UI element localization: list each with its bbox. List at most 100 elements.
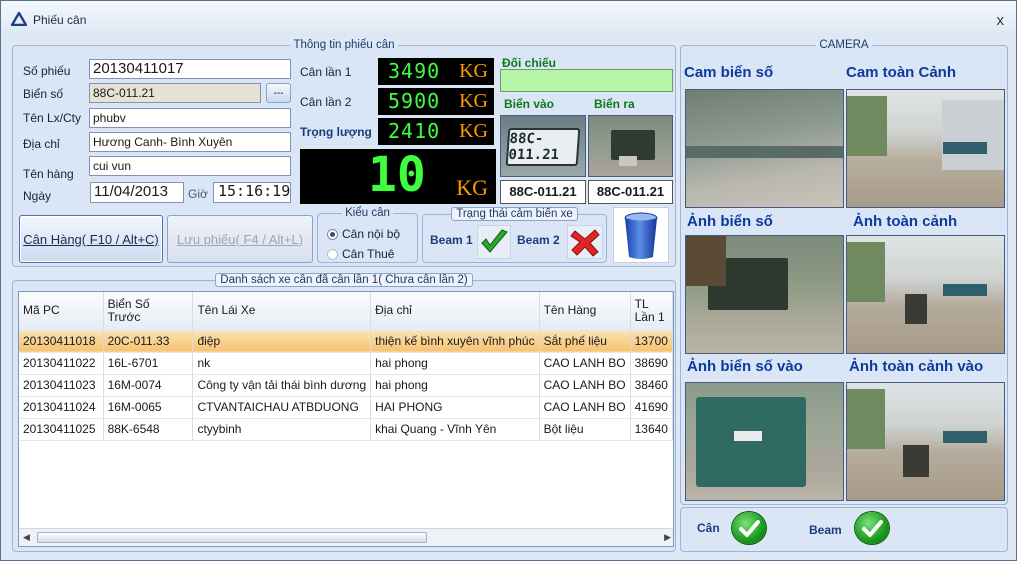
pending-list-legend: Danh sách xe cân đã cân lần 1( Chưa cân … <box>215 273 473 287</box>
trash-icon[interactable] <box>613 207 669 263</box>
table-row[interactable]: 20130411022 16L-6701 nk hai phong CAO LANH B… <box>19 352 673 375</box>
table-cell: CAO LANH BO <box>539 396 631 419</box>
table-cell: 16M-0074 <box>103 374 194 397</box>
live-weight-unit: KG <box>456 175 488 200</box>
ngay-label: Ngày <box>23 189 52 203</box>
dia-chi-field[interactable]: Hương Canh- Bình Xuyên <box>89 132 291 152</box>
anh-toan-canh-label: Ảnh toàn cảnh <box>853 213 958 230</box>
table-cell: khai Quang - Vĩnh Yên <box>370 418 540 441</box>
table-cell: 13700 <box>630 330 673 353</box>
table-row[interactable]: 20130411024 16M-0065 CTVANTAICHAU ATBDUONG… <box>19 396 673 419</box>
so-phieu-field[interactable]: 20130411017 <box>89 59 291 79</box>
ten-hang-field[interactable]: cui vun <box>89 156 291 176</box>
can-lan-2-label: Cân lần 2 <box>300 95 352 109</box>
table-cell: CTVANTAICHAU ATBDUONG <box>192 396 372 419</box>
camera-legend: CAMERA <box>819 39 869 51</box>
bien-so-field[interactable]: 88C-011.21 <box>89 83 261 103</box>
table-cell: điệp <box>192 330 372 353</box>
table-row[interactable]: 20130411023 16M-0074 Công ty vận tải thái … <box>19 374 673 397</box>
can-hang-button[interactable]: Cân Hàng( F10 / Alt+C) <box>19 215 163 263</box>
trong-luong-display: 2410 KG <box>378 118 494 145</box>
cam-toan-canh-label: Cam toàn Cảnh <box>846 64 957 81</box>
table-cell: 38690 <box>630 352 673 375</box>
anh-toan-canh-vao-label: Ảnh toàn cảnh vào <box>849 358 984 375</box>
plate-out-text: 88C-011.21 <box>588 180 673 204</box>
can-lan-2-unit: KG <box>459 90 488 112</box>
anh-bien-so-vao-label: Ảnh biển số vào <box>687 358 803 375</box>
cam-bien-so-label: Cam biển số <box>684 64 774 81</box>
bien-so-label: Biển số <box>23 87 64 101</box>
column-header[interactable]: Tên Hàng <box>539 292 631 331</box>
pending-table[interactable]: Mã PC Biển Số Trước Tên Lái Xe Địa chỉ Tên H… <box>18 291 674 547</box>
sensor-legend: Trạng thái cảm biến xe <box>451 207 578 221</box>
table-cell: 20130411025 <box>19 418 104 441</box>
table-cell: nk <box>192 352 372 375</box>
ten-lx-field[interactable]: phubv <box>89 108 291 128</box>
trong-luong-value: 2410 <box>388 119 441 143</box>
table-cell: 13640 <box>630 418 673 441</box>
status-group <box>680 507 1008 552</box>
browse-plate-button[interactable]: --- <box>266 83 291 103</box>
bien-vao-label: Biển vào <box>504 97 555 111</box>
cam-overview-live <box>846 89 1005 208</box>
scroll-left-icon[interactable]: ◀ <box>23 532 30 543</box>
live-weight-display: 10 KG <box>300 149 496 204</box>
column-header[interactable]: Biển Số Trước <box>103 292 194 331</box>
table-row[interactable]: 20130411025 88K-6548 ctyybinh khai Quang - … <box>19 418 673 441</box>
table-cell: 38460 <box>630 374 673 397</box>
status-can-label: Cân <box>697 521 720 535</box>
photo-plate <box>685 235 844 354</box>
table-cell: ctyybinh <box>192 418 372 441</box>
column-header[interactable]: Địa chỉ <box>370 292 540 331</box>
dia-chi-label: Địa chỉ <box>23 137 60 151</box>
doi-chieu-label: Đối chiếu <box>502 56 557 70</box>
ten-lx-label: Tên Lx/Cty <box>23 111 82 125</box>
trong-luong-unit: KG <box>459 120 488 142</box>
status-can-check-icon <box>732 512 766 544</box>
plate-in-photo: 88C-011.21 <box>500 115 586 177</box>
plate-in-photo-text: 88C-011.21 <box>505 128 581 166</box>
column-header[interactable]: Tên Lái Xe <box>192 292 372 331</box>
can-lan-1-value: 3490 <box>388 59 441 83</box>
table-cell: 16M-0065 <box>103 396 194 419</box>
live-weight-value: 10 <box>368 149 426 203</box>
anh-bien-so-label: Ảnh biển số <box>687 213 773 230</box>
can-lan-2-display: 5900 KG <box>378 88 494 115</box>
gio-label: Giờ <box>188 187 208 201</box>
beam2-cross-icon <box>567 225 603 259</box>
scrollbar-thumb[interactable] <box>37 532 427 543</box>
scroll-right-icon[interactable]: ▶ <box>664 532 671 543</box>
title-bar: Phiếu cân x <box>1 1 1016 37</box>
trong-luong-label: Trọng lượng <box>300 125 372 139</box>
table-cell: 41690 <box>630 396 673 419</box>
can-lan-1-unit: KG <box>459 60 488 82</box>
table-cell: 20130411023 <box>19 374 104 397</box>
radio-can-thue[interactable] <box>327 249 338 260</box>
ngay-field[interactable]: 11/04/2013 <box>90 182 184 203</box>
table-cell: hai phong <box>370 352 540 375</box>
table-cell: 20130411022 <box>19 352 104 375</box>
column-header[interactable]: Mã PC <box>19 292 104 331</box>
close-icon[interactable]: x <box>997 12 1005 29</box>
can-lan-1-display: 3490 KG <box>378 58 494 85</box>
cam-plate-live <box>685 89 844 208</box>
table-cell: 88K-6548 <box>103 418 194 441</box>
column-header[interactable]: TL Lần 1 <box>630 292 673 331</box>
app-logo-icon <box>11 12 27 26</box>
can-lan-2-value: 5900 <box>388 89 441 113</box>
table-cell: CAO LANH BO <box>539 374 631 397</box>
plate-out-photo <box>588 115 673 177</box>
doi-chieu-field <box>500 69 673 92</box>
radio-can-noi-bo[interactable] <box>327 229 338 240</box>
luu-phieu-button[interactable]: Lưu phiếu( F4 / Alt+L) <box>167 215 313 263</box>
beam1-label: Beam 1 <box>430 233 473 247</box>
table-row[interactable]: 20130411018 20C-011.33 điệp thiện kế bình x… <box>19 330 673 353</box>
ticket-info-legend: Thông tin phiếu cân <box>293 39 395 51</box>
can-noi-bo-label: Cân nội bộ <box>342 227 401 241</box>
main-window: Phiếu cân x Thông tin phiếu cân Số phiếu… <box>0 0 1017 561</box>
ten-hang-label: Tên hàng <box>23 167 74 181</box>
table-cell: 20130411018 <box>19 330 104 353</box>
horizontal-scrollbar[interactable]: ◀ ▶ <box>19 528 673 546</box>
gio-field[interactable]: 15:16:19 <box>213 182 291 203</box>
table-cell: 16L-6701 <box>103 352 194 375</box>
